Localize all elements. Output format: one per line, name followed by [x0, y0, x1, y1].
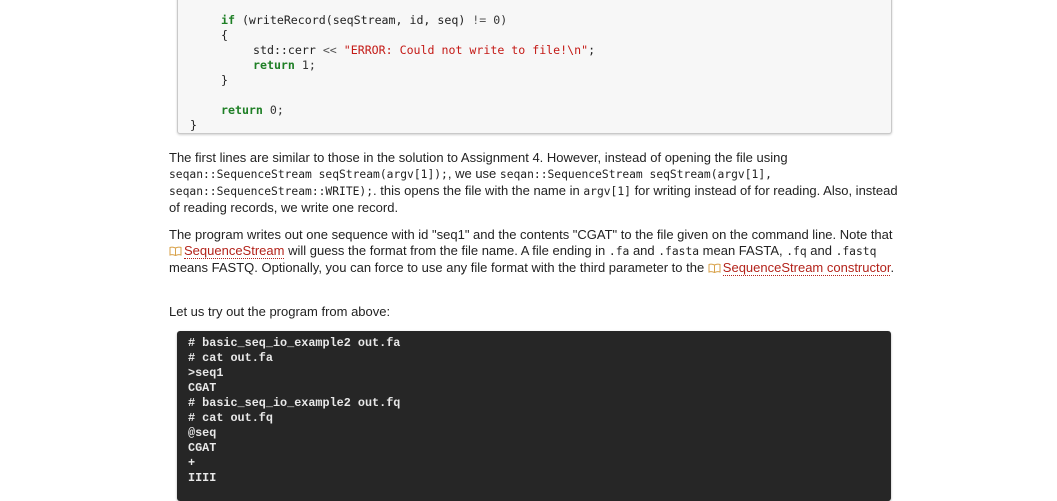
paragraph-text: means FASTQ. Optionally, you can force t… — [169, 260, 708, 275]
terminal-line: >seq1 — [188, 366, 224, 380]
terminal-line: # cat out.fq — [188, 411, 273, 425]
inline-code: seqan::SequenceStream seqStream(argv[1])… — [169, 168, 448, 181]
paragraph-text: mean FASTA, — [699, 243, 787, 258]
paragraph-text: and — [806, 243, 836, 258]
terminal-line: # basic_seq_io_example2 out.fq — [188, 396, 401, 410]
code-stream-operator: << — [322, 43, 337, 57]
paragraph-intro: Let us try out the program from above: — [169, 304, 909, 320]
inline-code: .fq — [786, 245, 807, 258]
keyword-return: return — [221, 103, 263, 117]
sequencestream-link[interactable]: SequenceStream — [184, 243, 285, 259]
book-icon — [708, 261, 721, 274]
inline-code: .fasta — [658, 245, 700, 258]
paragraph-explanation: The first lines are similar to those in … — [169, 150, 909, 216]
terminal-line: CGAT — [188, 441, 217, 455]
code-line-if: if (writeRecord(seqStream, id, seq) != 0… — [221, 13, 507, 28]
code-operator: != — [472, 13, 487, 27]
inline-code: .fa — [608, 245, 630, 258]
terminal-line: # basic_seq_io_example2 out.fa — [188, 336, 401, 350]
terminal-line: IIII — [188, 471, 217, 485]
code-if-tail: 0) — [486, 13, 508, 27]
code-line-func-close: } — [190, 118, 197, 132]
code-line-open-brace: { — [221, 28, 228, 42]
page: if (writeRecord(seqStream, id, seq) != 0… — [0, 0, 1057, 501]
inline-code: argv[1] — [583, 185, 631, 198]
paragraph-text: will guess the format from the file name… — [284, 243, 609, 258]
code-error-string: "ERROR: Could not write to file!\n" — [336, 43, 589, 57]
inline-code: seqan::SequenceStream seqStream(argv[1], — [499, 168, 772, 181]
code-line-cerr: std::cerr << "ERROR: Could not write to … — [253, 43, 595, 58]
inline-code: .fastq — [835, 245, 877, 258]
code-line-return0: return 0; — [221, 103, 284, 118]
book-icon — [169, 244, 182, 257]
terminal-block: # basic_seq_io_example2 out.fa # cat out… — [177, 331, 891, 501]
code-line-close-brace: } — [221, 73, 228, 87]
code-if-condition: (writeRecord(seqStream, id, seq) — [234, 13, 473, 27]
paragraph-text: , we use — [447, 166, 500, 181]
paragraph-text: . — [890, 260, 895, 275]
terminal-line: + — [188, 456, 196, 470]
paragraph-text: The program writes out one sequence with… — [169, 227, 893, 242]
keyword-if: if — [221, 13, 235, 27]
code-cerr-tail: ; — [588, 43, 596, 57]
paragraph-text: . this opens the file with the name in — [373, 183, 584, 198]
keyword-return: return — [253, 58, 295, 72]
terminal-line: # cat out.fa — [188, 351, 273, 365]
paragraph-text: and — [632, 243, 659, 258]
code-line-return1: return 1; — [253, 58, 316, 73]
inline-code: seqan::SequenceStream::WRITE); — [169, 185, 374, 198]
paragraph-text: Let us try out the program from above: — [169, 304, 391, 319]
paragraph-format: The program writes out one sequence with… — [169, 227, 909, 276]
code-return0-tail: 0; — [262, 103, 284, 117]
terminal-line: @seq — [188, 426, 217, 440]
sequencestream-constructor-link[interactable]: SequenceStream constructor — [722, 260, 891, 276]
code-return1-tail: 1; — [294, 58, 316, 72]
paragraph-text: The first lines are similar to those in … — [169, 150, 788, 165]
code-cerr-prefix: std::cerr — [253, 43, 323, 57]
code-block: if (writeRecord(seqStream, id, seq) != 0… — [177, 0, 892, 134]
terminal-line: CGAT — [188, 381, 217, 395]
